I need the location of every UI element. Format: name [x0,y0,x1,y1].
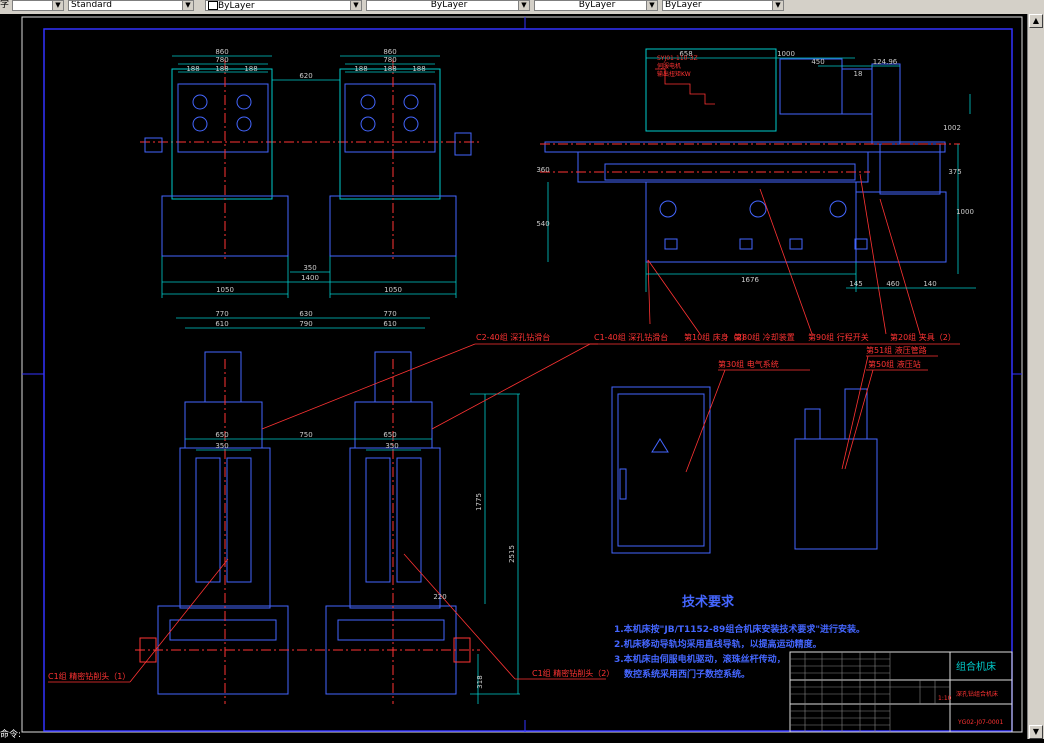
svg-text:620: 620 [299,72,312,80]
chevron-down-icon: ▼ [772,1,783,10]
top-right-view: 658 1000 450 18 124.96 1676 145 460 140 … [536,48,976,335]
svg-text:140: 140 [923,280,936,288]
svg-text:540: 540 [536,220,549,228]
svg-text:770: 770 [383,310,396,318]
chevron-down-icon: ▼ [350,1,361,10]
svg-text:780: 780 [215,56,228,64]
hydraulic-station [794,438,878,550]
technical-requirements: 技术要求 1.本机床按"JB/T1152-89组合机床安装技术要求"进行安装。 … [614,594,865,680]
svg-text:790: 790 [299,320,312,328]
callout-coolant: 第80组 冷却装置 [734,332,795,342]
scroll-down-icon[interactable]: ▼ [1029,725,1043,739]
electrical-cabinet [611,386,711,554]
svg-text:188: 188 [412,65,425,73]
callout-drill-head-2: C1组 精密钻削头（2） [532,668,614,678]
chevron-down-icon: ▼ [52,1,63,10]
title-block-name: 组合机床 [956,660,996,673]
svg-text:伺服电机: 伺服电机 [657,62,681,70]
text-height-combo[interactable]: ▼ [12,0,64,11]
svg-text:360: 360 [536,166,549,174]
svg-text:220: 220 [433,593,446,601]
color-swatch-icon [208,1,218,10]
toolbar-left-label: 字 [0,0,10,10]
linetype-combo[interactable]: ByLayer ▼ [366,0,530,11]
callout-electrical: 第30组 电气系统 [718,359,779,369]
title-block-code: YG02-J07-0001 [957,719,1003,726]
svg-text:18: 18 [854,70,863,78]
svg-text:1000: 1000 [956,208,974,216]
svg-text:610: 610 [383,320,396,328]
callout-limit-switch: 第90组 行程开关 [808,332,869,342]
svg-text:318: 318 [476,675,484,688]
svg-text:2515: 2515 [508,545,516,563]
title-block-scale: 1:10 [938,695,952,702]
bottom-left-view: 770 630 770 610 790 610 650 750 650 350 … [129,310,591,704]
chevron-down-icon: ▼ [518,1,529,10]
chevron-down-icon: ▼ [182,1,193,10]
svg-text:188: 188 [215,65,228,73]
vertical-scrollbar[interactable]: ▲ ▼ [1027,14,1044,739]
svg-text:1775: 1775 [475,493,483,511]
properties-toolbar: 字 ▼ Standard ▼ ByLayer ▼ ByLayer ▼ ByLayer ▼… [0,0,1044,15]
scroll-up-icon[interactable]: ▲ [1029,14,1043,28]
title-block-sub: 深孔钻组合机床 [956,690,998,698]
svg-text:610: 610 [215,320,228,328]
callout-c2-40: C2-40组 深孔钻滑台 [476,332,550,342]
svg-text:1050: 1050 [384,286,402,294]
callout-hydraulic-station: 第50组 液压站 [868,359,921,369]
layer-combo[interactable]: ByLayer ▼ [205,0,362,11]
svg-text:1400: 1400 [301,274,319,282]
svg-text:350: 350 [385,442,398,450]
svg-text:124.96: 124.96 [873,58,898,66]
svg-text:630: 630 [299,310,312,318]
sheet-frame [43,28,1013,732]
text-style-combo[interactable]: Standard ▼ [68,0,194,11]
callout-c1-40: C1-40组 深孔钻滑台 [594,332,668,342]
svg-text:350: 350 [303,264,316,272]
callout-hydraulic-piping: 第51组 液压管路 [866,345,927,355]
svg-text:650: 650 [215,431,228,439]
svg-text:188: 188 [354,65,367,73]
svg-text:770: 770 [215,310,228,318]
top-left-view: 860 780 188 188 188 620 860 780 188 188 … [140,48,480,298]
svg-text:数控系统采用西门子数控系统。: 数控系统采用西门子数控系统。 [624,668,750,680]
svg-text:650: 650 [383,431,396,439]
motor-note: SYJ01-110-3Z 伺服电机 输出扭矩KW [657,55,698,78]
tech-title: 技术要求 [682,594,735,610]
svg-text:1676: 1676 [741,276,759,284]
svg-text:780: 780 [383,56,396,64]
svg-text:450: 450 [811,58,824,66]
svg-text:1002: 1002 [943,124,961,132]
lineweight-combo[interactable]: ByLayer ▼ [534,0,658,11]
svg-text:1.本机床按"JB/T1152-89组合机床安装技术要求"进: 1.本机床按"JB/T1152-89组合机床安装技术要求"进行安装。 [614,623,865,635]
bottom-right-view [611,355,878,554]
svg-text:2.机床移动导轨均采用直线导轨，以提高运动精度。: 2.机床移动导轨均采用直线导轨，以提高运动精度。 [614,638,822,650]
callout-drill-head-1: C1组 精密钻削头（1） [48,671,130,681]
callout-fixture: 第20组 夹具（2） [890,332,956,342]
svg-text:350: 350 [215,442,228,450]
svg-text:145: 145 [849,280,862,288]
chevron-down-icon: ▼ [646,1,657,10]
svg-text:750: 750 [299,431,312,439]
command-prompt: 命令: [0,730,22,740]
svg-text:3.本机床由伺服电机驱动，滚珠丝杆传动，: 3.本机床由伺服电机驱动，滚珠丝杆传动， [614,653,786,665]
svg-text:188: 188 [186,65,199,73]
svg-text:1000: 1000 [777,50,795,58]
svg-text:460: 460 [886,280,899,288]
svg-text:860: 860 [383,48,396,56]
svg-text:188: 188 [383,65,396,73]
svg-text:375: 375 [948,168,961,176]
title-block: 组合机床 深孔钻组合机床 YG02-J07-0001 1:10 [789,651,1013,733]
plot-style-combo[interactable]: ByLayer ▼ [662,0,784,11]
svg-text:输出扭矩KW: 输出扭矩KW [657,70,691,78]
svg-text:1050: 1050 [216,286,234,294]
drawing-canvas[interactable]: 860 780 188 188 188 620 860 780 188 188 … [0,14,1027,739]
svg-text:188: 188 [244,65,257,73]
svg-text:860: 860 [215,48,228,56]
svg-text:SYJ01-110-3Z: SYJ01-110-3Z [657,55,698,62]
